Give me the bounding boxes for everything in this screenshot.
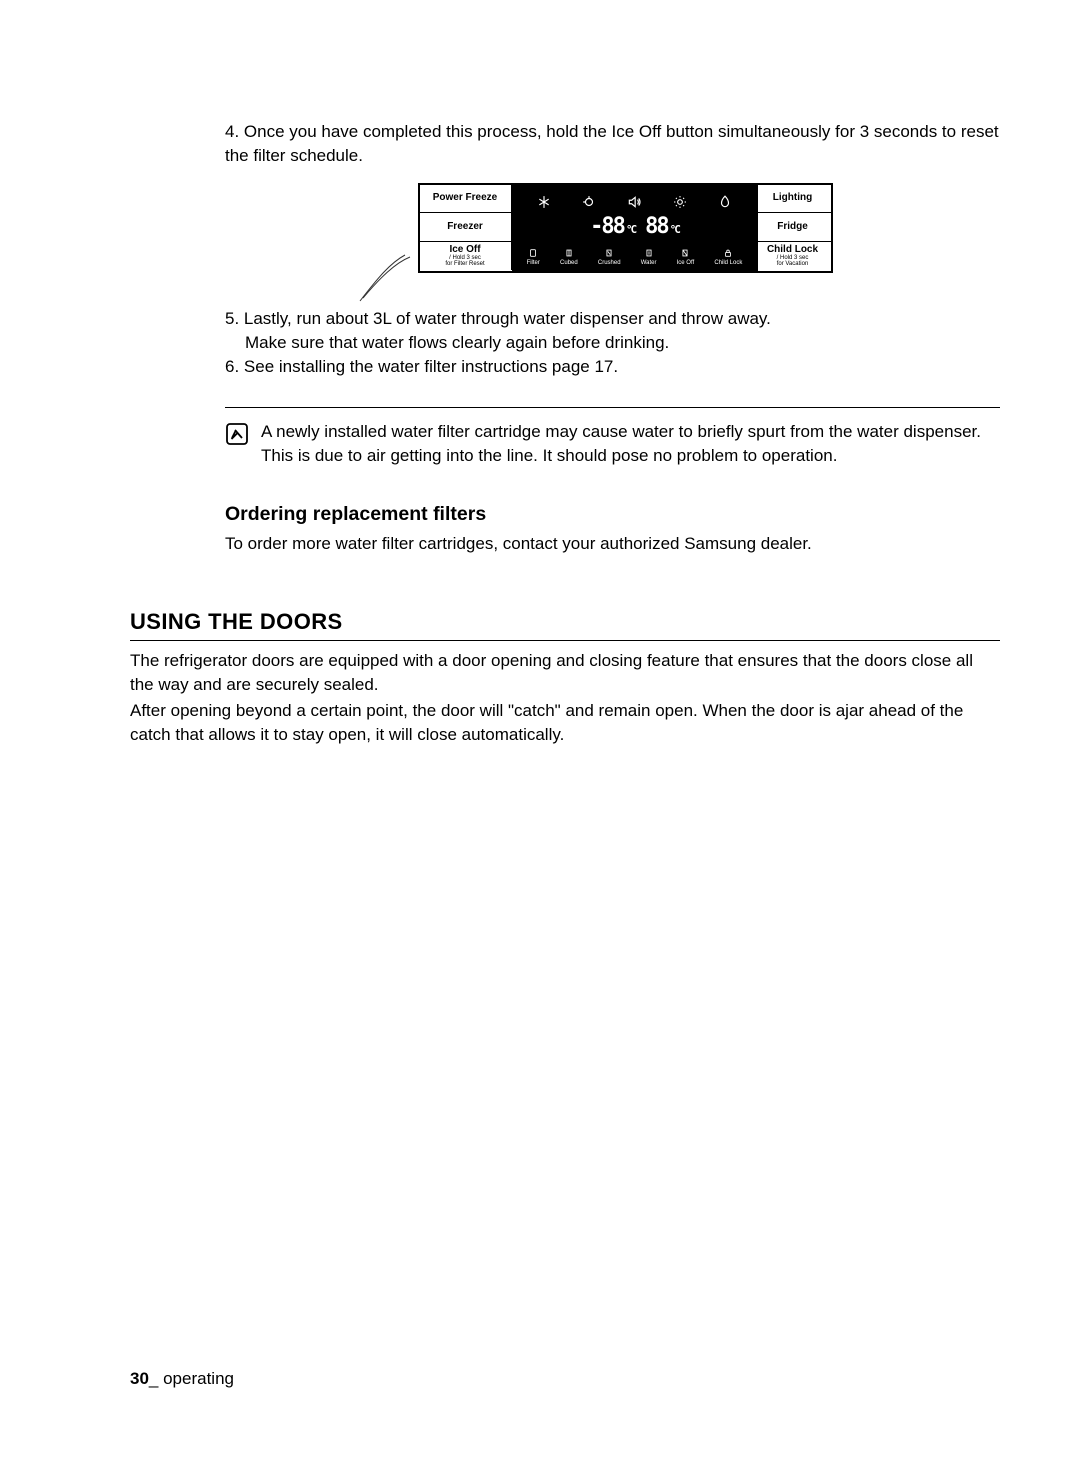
- panel-top-icons: [512, 185, 758, 214]
- cubed-icon: [564, 248, 574, 258]
- childlock-label: Child Lock: [714, 259, 742, 267]
- panel-right-col: Lighting Fridge Child Lock / Hold 3 sec …: [754, 185, 831, 271]
- fridge-temp-value: 88: [645, 212, 668, 243]
- freezer-button: Freezer: [420, 213, 512, 242]
- note-block: A newly installed water filter cartridge…: [225, 420, 1000, 468]
- fridge-temp: 88 °C: [645, 212, 679, 243]
- sound-icon: [627, 192, 641, 206]
- panel-temperature-display: -88 °C 88 °C: [512, 213, 758, 242]
- ordering-heading: Ordering replacement filters: [225, 501, 1000, 528]
- freezer-temp: -88 °C: [590, 212, 635, 243]
- step-5-line2: Make sure that water flows clearly again…: [245, 331, 1000, 355]
- lighting-button: Lighting: [754, 185, 831, 214]
- water-item: Water: [641, 248, 657, 267]
- socket-icon: [582, 192, 596, 206]
- cubed-label: Cubed: [560, 259, 578, 267]
- iceoff-label: Ice Off: [677, 259, 695, 267]
- filter-icon: [528, 248, 538, 258]
- childlock-item: Child Lock: [714, 248, 742, 267]
- fridge-label: Fridge: [777, 220, 808, 234]
- ice-off-button: Ice Off / Hold 3 sec for Filter Reset: [420, 242, 512, 271]
- page-number: 30: [130, 1369, 149, 1388]
- fridge-temp-unit: °C: [670, 222, 679, 237]
- childlock-sub2: for Vacation: [777, 261, 809, 267]
- lighting-label: Lighting: [773, 191, 812, 205]
- page-section: _ operating: [149, 1369, 234, 1388]
- section-underline: [130, 640, 1000, 641]
- ice-off-label: Ice Off: [449, 245, 480, 256]
- doors-p2: After opening beyond a certain point, th…: [130, 699, 1000, 747]
- using-doors-heading: USING THE DOORS: [130, 607, 1000, 638]
- cubed-item: Cubed: [560, 248, 578, 267]
- panel-left-col: Power Freeze Freezer Ice Off / Hold 3 se…: [420, 185, 512, 271]
- page-footer: 30_ operating: [130, 1367, 234, 1391]
- step-6: 6. See installing the water filter instr…: [225, 355, 1000, 379]
- crushed-icon: [604, 248, 614, 258]
- energy-icon: [718, 192, 732, 206]
- freezer-temp-unit: °C: [626, 222, 635, 237]
- water-label: Water: [641, 259, 657, 267]
- panel-bottom-icons: Filter Cubed Crushed Water: [512, 242, 758, 271]
- divider: [225, 407, 1000, 408]
- crushed-label: Crushed: [598, 259, 621, 267]
- iceoff-item: Ice Off: [677, 248, 695, 267]
- fridge-button: Fridge: [754, 213, 831, 242]
- childlock-button: Child Lock / Hold 3 sec for Vacation: [754, 242, 831, 271]
- steps-5-6: 5. Lastly, run about 3L of water through…: [225, 307, 1000, 378]
- snowflake-icon: [537, 192, 551, 206]
- freezer-label: Freezer: [447, 220, 483, 234]
- lock-icon: [723, 248, 733, 258]
- childlock-btn-label: Child Lock: [767, 245, 818, 256]
- power-freeze-button: Power Freeze: [420, 185, 512, 214]
- ice-off-sub2: for Filter Reset: [445, 261, 484, 267]
- control-panel: Power Freeze Freezer Ice Off / Hold 3 se…: [418, 183, 833, 273]
- iceoff-icon: [680, 248, 690, 258]
- filter-label: Filter: [527, 259, 540, 267]
- step-4: 4. Once you have completed this process,…: [225, 120, 1000, 168]
- note-icon: [225, 422, 249, 446]
- doors-p1: The refrigerator doors are equipped with…: [130, 649, 1000, 697]
- step-5-line1: 5. Lastly, run about 3L of water through…: [225, 307, 1000, 331]
- control-panel-figure: Power Freeze Freezer Ice Off / Hold 3 se…: [250, 183, 1000, 280]
- panel-center-display: -88 °C 88 °C Filter Cubed: [512, 185, 758, 271]
- light-icon: [673, 192, 687, 206]
- crushed-item: Crushed: [598, 248, 621, 267]
- power-freeze-label: Power Freeze: [433, 191, 497, 205]
- note-text: A newly installed water filter cartridge…: [261, 420, 1000, 468]
- ordering-body: To order more water filter cartridges, c…: [225, 532, 1000, 556]
- step-4-text: 4. Once you have completed this process,…: [225, 122, 999, 165]
- water-icon: [644, 248, 654, 258]
- filter-item: Filter: [527, 248, 540, 267]
- freezer-temp-value: -88: [590, 212, 624, 243]
